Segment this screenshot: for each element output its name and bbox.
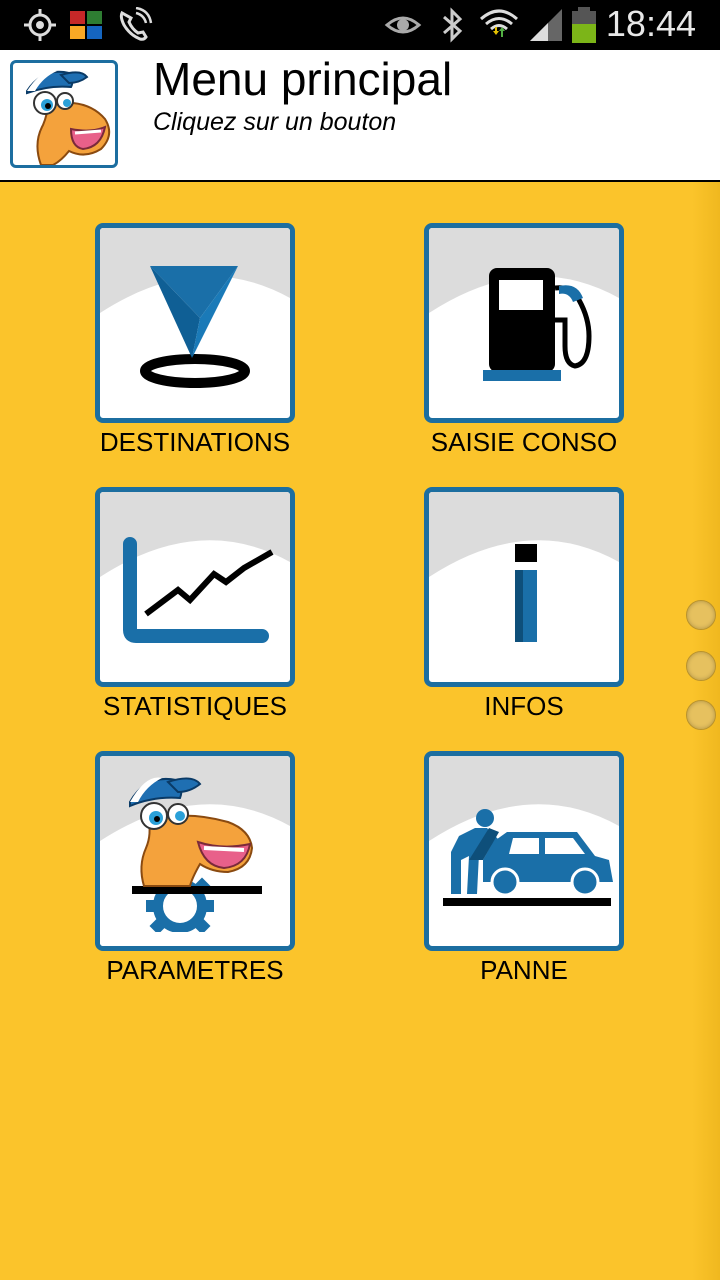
parametres-button[interactable]: PARAMETRES (95, 751, 295, 985)
parametres-tile[interactable] (95, 751, 295, 951)
wifi-icon (480, 9, 518, 37)
panne-button[interactable]: PANNE (424, 751, 624, 985)
statistiques-label: STATISTIQUES (103, 691, 287, 721)
infos-button[interactable]: INFOS (424, 487, 624, 721)
bluetooth-icon (443, 7, 463, 43)
wifi-call-icon (119, 7, 153, 41)
camel-gear-icon (100, 756, 290, 946)
infos-label: INFOS (484, 691, 564, 721)
chart-icon (100, 492, 290, 643)
info-icon (429, 492, 619, 642)
clock: 18:44 (605, 3, 696, 44)
page-dot-3[interactable] (686, 700, 716, 730)
scroll-edge (692, 182, 720, 1280)
eye-icon (384, 16, 422, 34)
statistiques-tile[interactable] (95, 487, 295, 687)
page-title: Menu principal (153, 53, 453, 105)
avg-icon (70, 11, 102, 39)
car-repair-icon (429, 756, 619, 906)
fuel-pump-icon (429, 228, 619, 381)
camel-mascot-logo[interactable] (10, 60, 118, 168)
destinations-button[interactable]: DESTINATIONS (95, 223, 295, 457)
saisie-conso-label: SAISIE CONSO (430, 427, 618, 457)
infos-tile[interactable] (424, 487, 624, 687)
destinations-tile[interactable] (95, 223, 295, 423)
signal-icon (530, 9, 562, 41)
status-bar: 18:44 (0, 0, 720, 50)
statistiques-button[interactable]: STATISTIQUES (95, 487, 295, 721)
page-dot-2[interactable] (686, 651, 716, 681)
parametres-label: PARAMETRES (106, 955, 284, 985)
map-pin-icon (100, 228, 290, 388)
app-header: Menu principal Cliquez sur un bouton (0, 50, 720, 182)
destinations-label: DESTINATIONS (99, 427, 291, 457)
panne-tile[interactable] (424, 751, 624, 951)
saisie-conso-tile[interactable] (424, 223, 624, 423)
page-subtitle: Cliquez sur un bouton (153, 108, 397, 136)
page-dot-1[interactable] (686, 600, 716, 630)
saisie-conso-button[interactable]: SAISIE CONSO (424, 223, 624, 457)
gps-icon (24, 9, 56, 41)
panne-label: PANNE (480, 955, 568, 985)
battery-icon (572, 7, 596, 43)
